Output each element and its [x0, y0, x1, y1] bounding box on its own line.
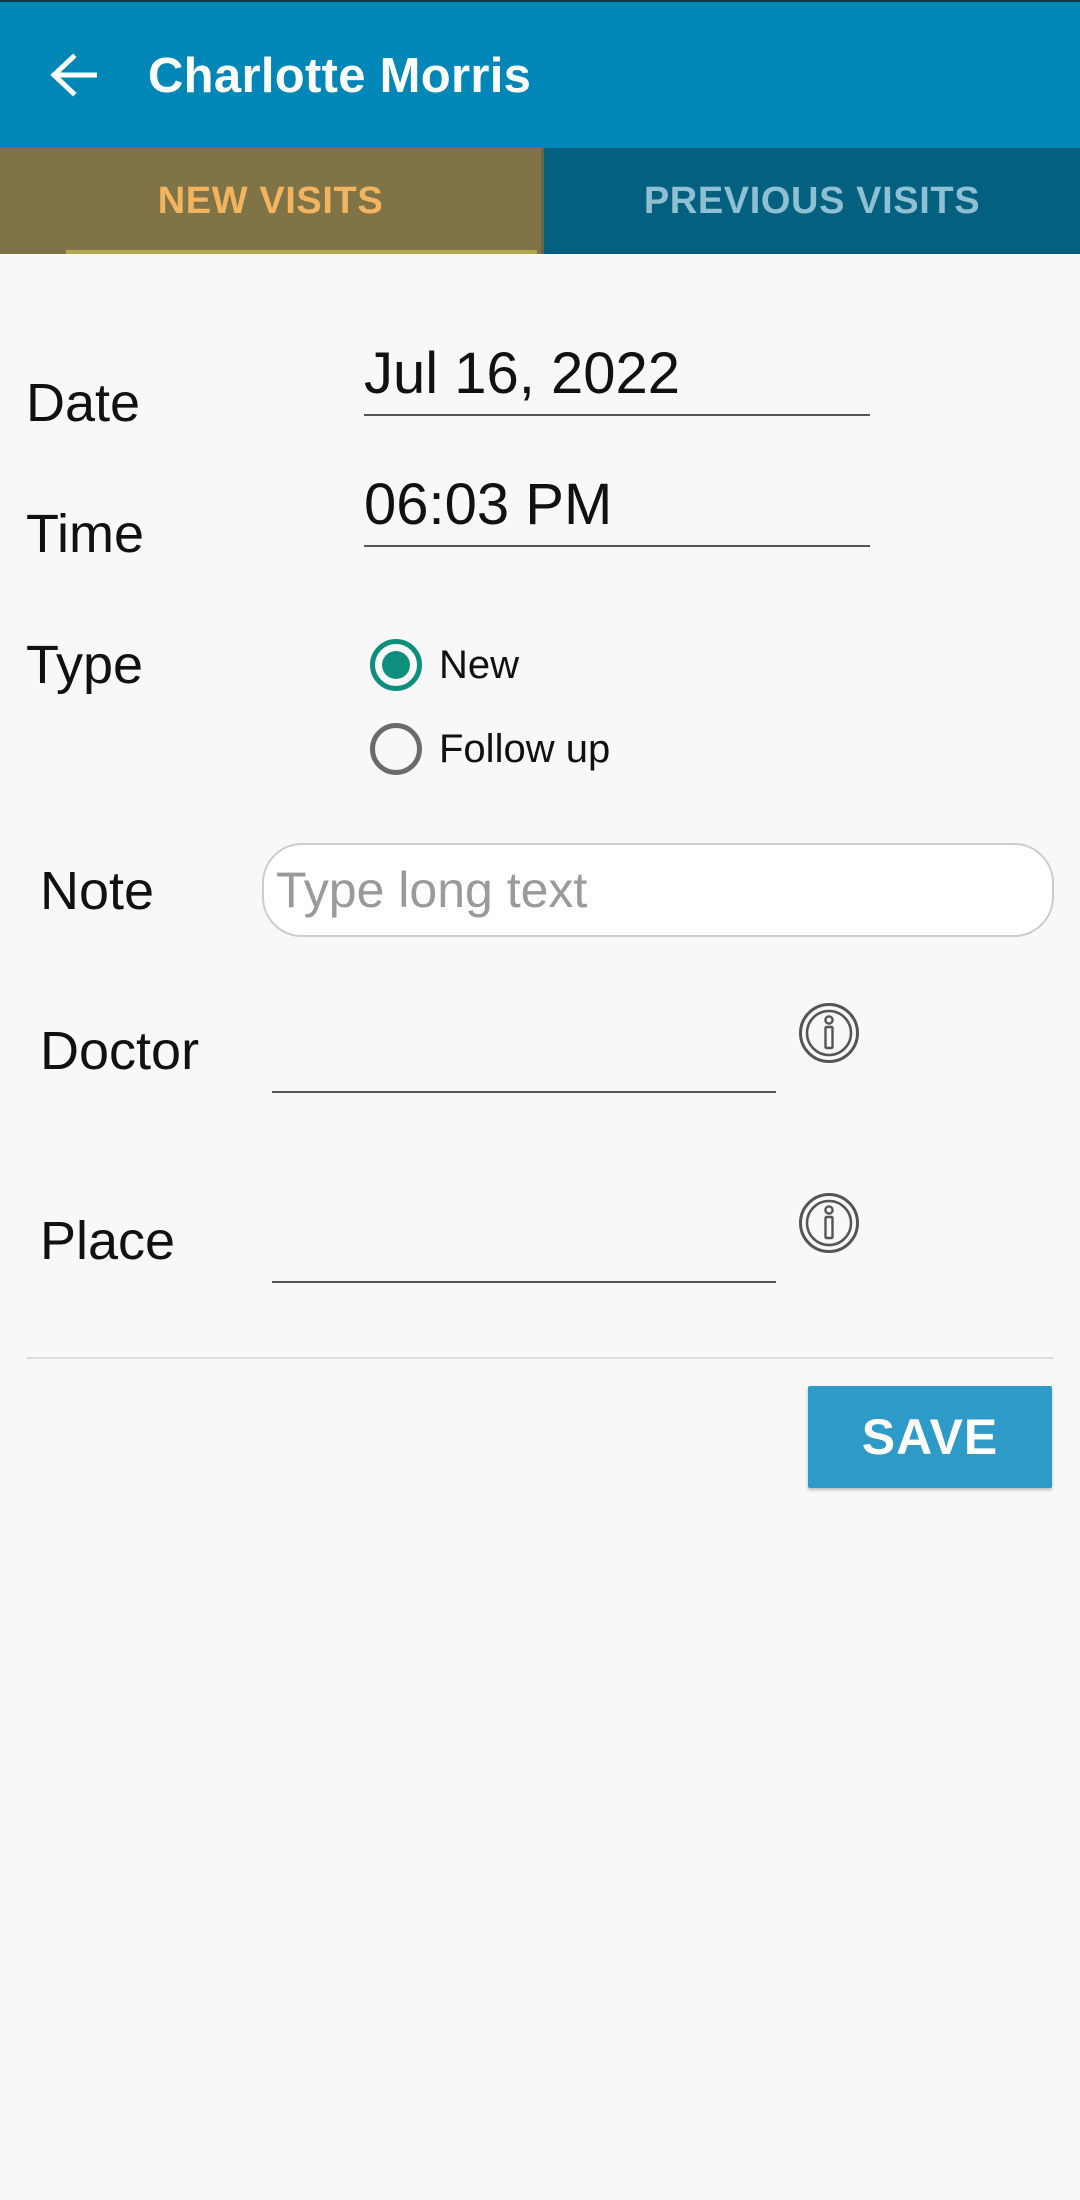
type-follow-up-label[interactable]: Follow up — [439, 727, 610, 772]
app-bar: Charlotte Morris — [0, 0, 1080, 148]
date-label: Date — [26, 373, 141, 433]
place-field[interactable] — [272, 1200, 776, 1280]
date-field-underline — [364, 414, 870, 416]
arrow-left-icon — [50, 53, 97, 97]
back-button[interactable] — [40, 42, 106, 108]
time-field[interactable]: 06:03 PM — [364, 471, 612, 538]
type-follow-up-radio[interactable] — [370, 723, 422, 775]
doctor-field[interactable] — [272, 1010, 776, 1090]
tab-previous-visits[interactable]: PREVIOUS VISITS — [544, 148, 1080, 254]
time-field-underline — [364, 545, 870, 547]
note-label: Note — [40, 861, 155, 921]
time-label: Time — [26, 504, 144, 564]
type-label: Type — [26, 635, 144, 695]
note-input[interactable] — [262, 843, 1054, 937]
tab-selected-indicator — [66, 250, 537, 254]
date-field[interactable]: Jul 16, 2022 — [364, 340, 680, 407]
info-circle-icon[interactable] — [798, 1192, 860, 1254]
doctor-label: Doctor — [40, 1021, 200, 1081]
type-new-label[interactable]: New — [439, 643, 519, 688]
tab-new-visits-label: NEW VISITS — [157, 179, 384, 222]
save-button[interactable]: SAVE — [808, 1386, 1052, 1488]
page-title: Charlotte Morris — [148, 49, 532, 103]
info-circle-icon[interactable] — [798, 1002, 860, 1064]
place-label: Place — [40, 1211, 176, 1271]
place-field-underline — [272, 1281, 776, 1283]
tab-previous-visits-label: PREVIOUS VISITS — [643, 179, 981, 222]
doctor-field-underline — [272, 1091, 776, 1093]
divider — [26, 1357, 1054, 1359]
tab-new-visits[interactable]: NEW VISITS — [0, 148, 544, 254]
tab-bar: NEW VISITS PREVIOUS VISITS — [0, 148, 1080, 254]
type-new-radio[interactable] — [370, 639, 422, 691]
